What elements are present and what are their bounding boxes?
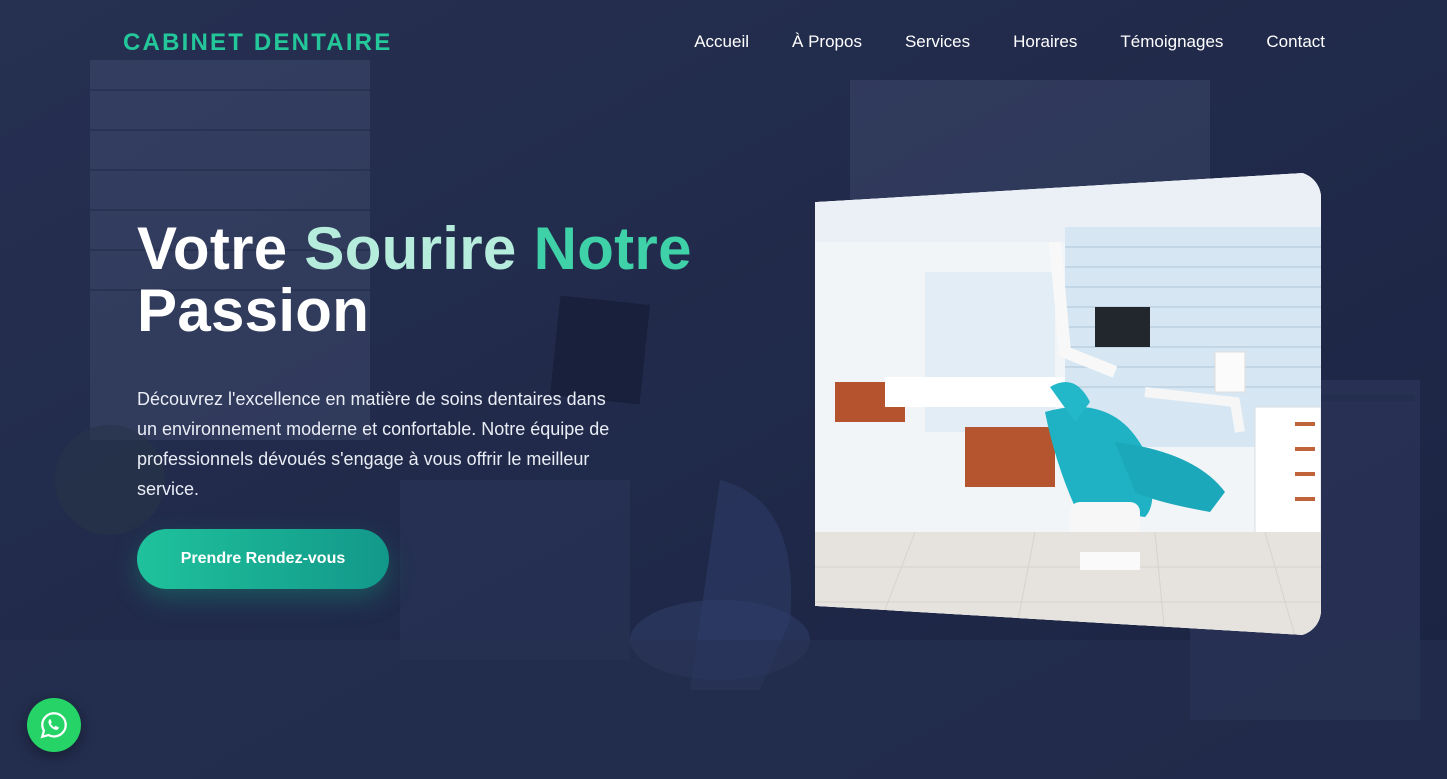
brand-logo[interactable]: CABINET DENTAIRE [123,29,392,57]
hero-title-word-sourire: Sourire [304,215,517,282]
hero-title: Votre Sourire Notre Passion [137,218,697,342]
nav-link-horaires[interactable]: Horaires [1013,32,1077,52]
navbar: CABINET DENTAIRE Accueil À Propos Servic… [0,0,1447,84]
hero-section: Votre Sourire Notre Passion Découvrez l'… [137,218,697,504]
hero-description: Découvrez l'excellence en matière de soi… [137,389,610,499]
nav-link-services[interactable]: Services [905,32,970,52]
whatsapp-icon [40,712,67,739]
nav-link-temoignages[interactable]: Témoignages [1120,32,1223,52]
whatsapp-button[interactable] [27,698,81,752]
nav-link-accueil[interactable]: Accueil [694,32,749,52]
hero-title-word-passion: Passion [137,277,370,344]
clinic-photo [815,172,1321,636]
nav-link-a-propos[interactable]: À Propos [792,32,862,52]
hero-title-word-votre: Votre [137,215,288,282]
nav-link-contact[interactable]: Contact [1266,32,1325,52]
hero-title-word-notre: Notre [533,215,692,282]
book-appointment-button[interactable]: Prendre Rendez-vous [137,529,389,589]
main-menu: Accueil À Propos Services Horaires Témoi… [694,32,1325,52]
